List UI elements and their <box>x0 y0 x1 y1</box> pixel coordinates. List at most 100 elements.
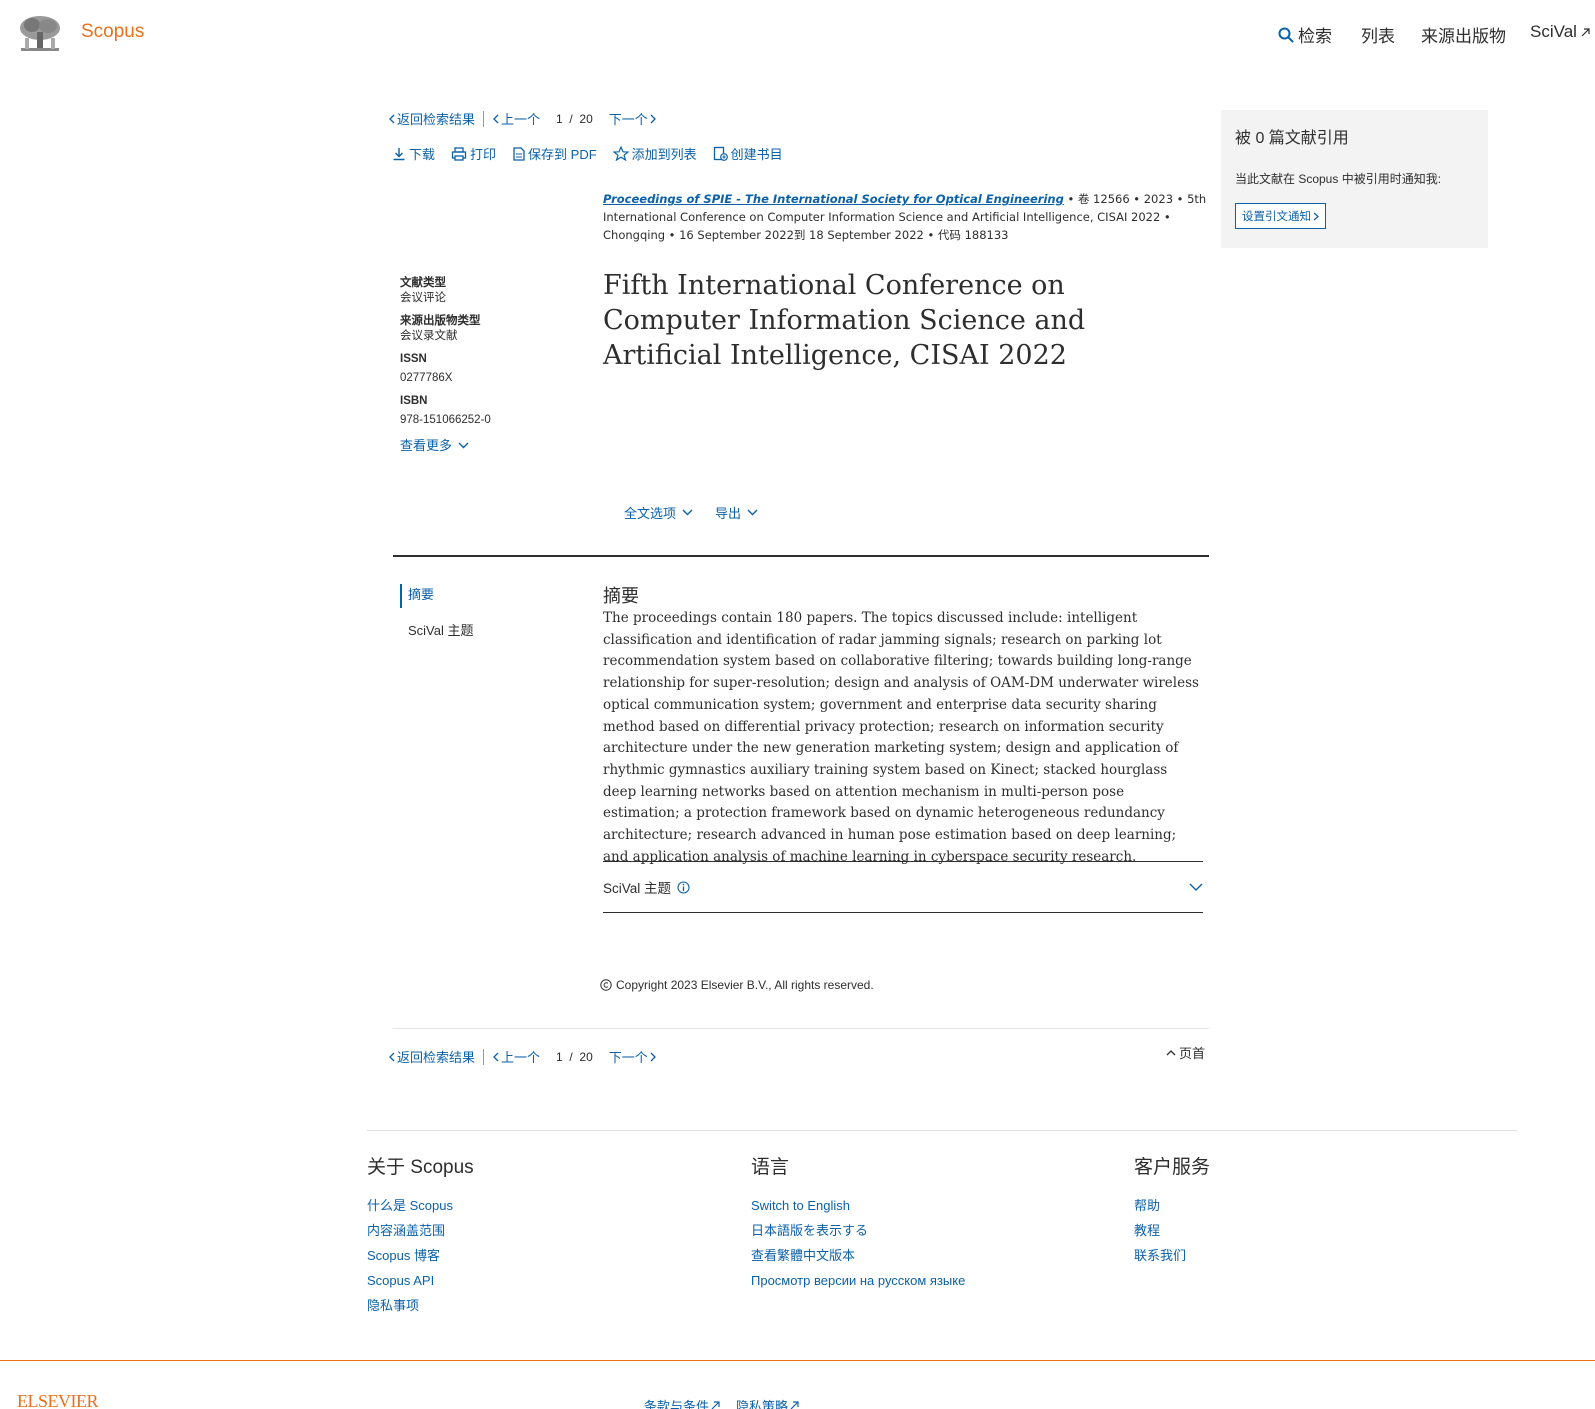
page-total: 20 <box>579 1049 593 1064</box>
back-to-results[interactable]: 返回检索结果 <box>388 1047 475 1066</box>
section-divider <box>393 555 1209 557</box>
chevron-up-icon <box>1166 1049 1176 1056</box>
citation-alert-label: 设置引文通知 <box>1242 211 1311 223</box>
copyright-text: Copyright 2023 Elsevier B.V., All rights… <box>616 978 874 992</box>
section-nav-abstract[interactable]: 摘要 <box>400 584 474 608</box>
fulltext-options-button[interactable]: 全文选项 <box>624 503 693 522</box>
search-icon <box>1278 27 1294 43</box>
scival-topics-accordion[interactable]: SciVal 主题 <box>603 861 1203 913</box>
document-title: Fifth International Conference on Comput… <box>603 270 1086 371</box>
divider <box>483 110 485 127</box>
privacy-label: 隐私策略 <box>736 1399 789 1409</box>
save-pdf-label: 保存到 PDF <box>528 147 597 162</box>
isbn-value: 978-151066252-0 <box>400 414 491 426</box>
footer-link[interactable]: Switch to English <box>751 1193 965 1218</box>
download-label: 下载 <box>409 147 436 162</box>
scopus-brand[interactable]: Scopus <box>81 21 144 43</box>
back-to-top-button[interactable]: 页首 <box>1166 1043 1205 1062</box>
footer-service-heading: 客户服务 <box>1134 1157 1211 1178</box>
chevron-down-icon <box>747 509 758 516</box>
elsevier-tree-logo[interactable] <box>17 14 63 54</box>
footer-link[interactable]: 隐私事项 <box>367 1293 474 1318</box>
print-label: 打印 <box>470 147 497 162</box>
create-bibliography-button[interactable]: 创建书目 <box>713 144 783 163</box>
download-button[interactable]: 下载 <box>392 144 435 163</box>
document-options: 全文选项 导出 <box>624 503 758 522</box>
back-to-top-label: 页首 <box>1179 1046 1206 1061</box>
add-to-list-button[interactable]: 添加到列表 <box>612 144 697 163</box>
terms-label: 条款与条件 <box>644 1399 710 1409</box>
page-current: 1 <box>556 1049 563 1064</box>
printer-icon <box>451 146 467 161</box>
cited-by-panel: 被 0 篇文献引用 当此文献在 Scopus 中被引用时通知我: 设置引文通知 <box>1221 110 1488 248</box>
terms-link[interactable]: 条款与条件 <box>644 1396 720 1409</box>
page-total: 20 <box>579 111 593 126</box>
chevron-left-icon <box>492 114 499 124</box>
back-to-results[interactable]: 返回检索结果 <box>388 109 475 128</box>
chevron-left-icon <box>492 1052 499 1062</box>
prev-button[interactable]: 上一个 <box>492 109 540 128</box>
nav-scival[interactable]: SciVal <box>1530 22 1590 42</box>
privacy-link[interactable]: 隐私策略 <box>736 1396 799 1409</box>
abstract-text: The proceedings contain 180 papers. The … <box>603 610 1199 865</box>
pdf-icon <box>512 146 525 161</box>
nav-search[interactable]: 检索 <box>1278 22 1332 47</box>
info-icon[interactable] <box>677 880 690 894</box>
nav-lists[interactable]: 列表 <box>1361 22 1395 47</box>
print-button[interactable]: 打印 <box>451 144 496 163</box>
external-link-icon <box>1581 27 1590 37</box>
footer-link[interactable]: Scopus API <box>367 1268 474 1293</box>
save-pdf-button[interactable]: 保存到 PDF <box>512 144 597 163</box>
copyright: Copyright 2023 Elsevier B.V., All rights… <box>600 978 874 992</box>
footer-link[interactable]: 教程 <box>1134 1218 1210 1243</box>
nav-scival-label: SciVal <box>1530 22 1577 41</box>
footer-link[interactable]: Просмотр версии на русском языке <box>751 1268 965 1293</box>
chevron-left-icon <box>388 114 395 124</box>
prev-button[interactable]: 上一个 <box>492 1047 540 1066</box>
chevron-down-icon <box>1189 883 1203 891</box>
fulltext-label: 全文选项 <box>624 506 677 521</box>
isbn-label: ISBN <box>400 395 428 407</box>
back-label: 返回检索结果 <box>397 1050 476 1065</box>
page-count: 1 / 20 <box>556 1050 593 1064</box>
page-count: 1 / 20 <box>556 112 593 126</box>
source-info: Proceedings of SPIE - The International … <box>603 190 1209 244</box>
prev-label: 上一个 <box>501 112 541 127</box>
show-more-button[interactable]: 查看更多 <box>400 438 570 453</box>
chevron-right-icon <box>650 114 657 124</box>
next-button[interactable]: 下一个 <box>609 1047 657 1066</box>
source-type-label: 来源出版物类型 <box>400 315 481 327</box>
external-link-icon <box>711 1401 720 1409</box>
abstract-heading: 摘要 <box>603 586 639 606</box>
footer-link[interactable]: 查看繁體中文版本 <box>751 1243 965 1268</box>
page-current: 1 <box>556 111 563 126</box>
chevron-down-icon <box>458 442 469 449</box>
prev-label: 上一个 <box>501 1050 541 1065</box>
section-nav-scival[interactable]: SciVal 主题 <box>400 620 474 639</box>
elsevier-logo[interactable]: ELSEVIER <box>17 1391 99 1409</box>
footer-link[interactable]: 什么是 Scopus <box>367 1193 474 1218</box>
footer-link[interactable]: 内容涵盖范围 <box>367 1218 474 1243</box>
footer-link[interactable]: 日本語版を表示する <box>751 1218 965 1243</box>
source-type-value: 会议录文献 <box>400 330 458 342</box>
next-button[interactable]: 下一个 <box>609 109 657 128</box>
issn-label: ISSN <box>400 353 427 365</box>
star-icon <box>612 146 629 161</box>
nav-sources[interactable]: 来源出版物 <box>1421 22 1506 47</box>
journal-link[interactable]: Proceedings of SPIE - The International … <box>603 192 1064 206</box>
footer-link[interactable]: Scopus 博客 <box>367 1243 474 1268</box>
pager-top: 返回检索结果 上一个 1 / 20 下一个 <box>388 109 657 128</box>
bottom-divider <box>393 1028 1209 1029</box>
chevron-right-icon <box>1313 212 1319 221</box>
footer-accent-line <box>0 1360 1595 1361</box>
footer-divider <box>367 1130 1517 1131</box>
export-button[interactable]: 导出 <box>715 503 758 522</box>
issn-value: 0277786X <box>400 372 453 384</box>
set-citation-alert-button[interactable]: 设置引文通知 <box>1235 203 1326 229</box>
pager-bottom: 返回检索结果 上一个 1 / 20 下一个 <box>388 1047 657 1066</box>
bibliography-icon <box>713 146 728 161</box>
footer-about-heading: 关于 Scopus <box>367 1157 474 1178</box>
footer-link[interactable]: 联系我们 <box>1134 1243 1210 1268</box>
footer-link[interactable]: 帮助 <box>1134 1193 1210 1218</box>
add-to-list-label: 添加到列表 <box>631 147 697 162</box>
